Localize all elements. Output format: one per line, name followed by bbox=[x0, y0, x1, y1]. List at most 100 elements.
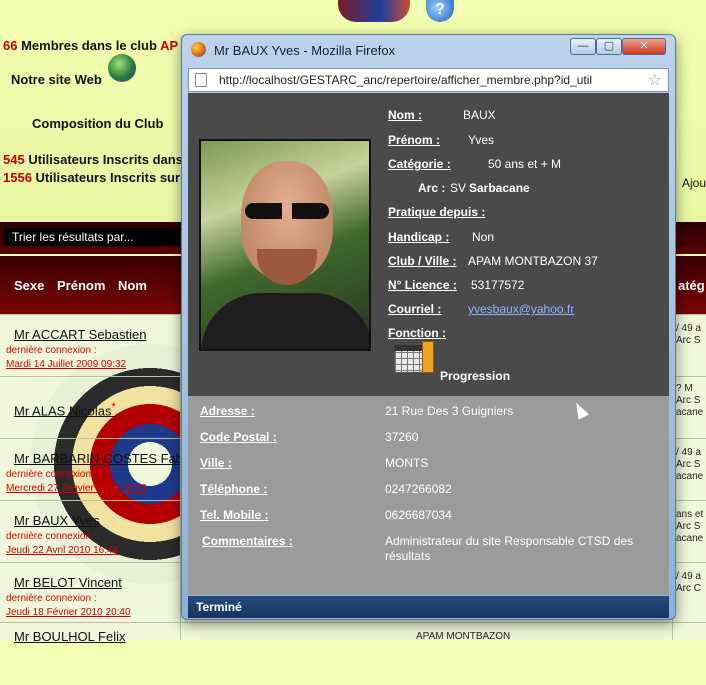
label-text: Pratique depuis bbox=[388, 205, 479, 219]
users-label-2: Utilisateurs Inscrits sur bbox=[35, 170, 181, 185]
profile-summary: Nom : BAUX Prénom : Yves Catégorie : 50 … bbox=[188, 93, 669, 396]
close-button[interactable]: ✕ bbox=[622, 38, 666, 55]
photo-shirt bbox=[201, 293, 369, 349]
detail-value-adresse: 21 Rue Des 3 Guigniers bbox=[385, 404, 514, 418]
last-login-date: Jeudi 22 Avril 2010 16:44 bbox=[6, 545, 119, 556]
minimize-button[interactable]: — bbox=[570, 38, 596, 55]
detail-value-commentaires: Administrateur du site Responsable CTSD … bbox=[385, 534, 634, 563]
sort-select[interactable]: Trier les résultats par... bbox=[4, 228, 180, 246]
detail-label-mobile: Tel. Mobile : bbox=[200, 508, 269, 522]
column-sexe[interactable]: Sexe bbox=[14, 278, 44, 293]
label-text: Adresse bbox=[200, 404, 248, 418]
category-line: acane bbox=[676, 533, 704, 544]
field-label-prenom: Prénom : bbox=[388, 133, 441, 147]
column-categorie[interactable]: atég bbox=[678, 278, 705, 293]
field-value-licence: 53177572 bbox=[471, 278, 525, 292]
detail-value-telephone: 0247266082 bbox=[385, 482, 452, 496]
field-label-categorie: Catégorie : bbox=[388, 157, 451, 171]
status-bar: Terminé bbox=[188, 596, 669, 618]
field-label-club: Club / Ville : bbox=[388, 254, 457, 268]
label-text: N° Licence bbox=[388, 278, 450, 292]
category-line: / 49 a bbox=[676, 447, 702, 458]
label-text: Club / Ville bbox=[388, 254, 450, 268]
field-label-courriel: Courriel : bbox=[388, 302, 442, 316]
detail-label-commentaires: Commentaires : bbox=[202, 534, 293, 548]
mouse-cursor-icon bbox=[570, 400, 590, 420]
field-label-handicap: Handicap : bbox=[388, 230, 450, 244]
field-label-licence: N° Licence : bbox=[388, 278, 457, 292]
members-label: Membres dans le club bbox=[21, 38, 157, 53]
label-text: Courriel bbox=[388, 302, 435, 316]
label-text: Code Postal bbox=[200, 430, 270, 444]
row-category: / 49 a Arc S bbox=[676, 323, 701, 347]
arc-prefix: SV bbox=[450, 181, 467, 195]
category-line: ? M bbox=[676, 383, 693, 394]
field-label-pratique: Pratique depuis : bbox=[388, 205, 486, 219]
row-category: ? M Arc S acane bbox=[676, 383, 703, 419]
member-name[interactable]: Mr ALAS Nicolas* bbox=[14, 401, 116, 418]
member-photo bbox=[199, 139, 371, 351]
row-category: / 49 a Arc S acane bbox=[676, 447, 703, 483]
calendar-header bbox=[394, 345, 424, 351]
url-text[interactable]: http://localhost/GESTARC_anc/repertoire/… bbox=[219, 73, 639, 87]
arc-value: Sarbacane bbox=[469, 181, 530, 195]
website-link[interactable]: Notre site Web bbox=[11, 72, 102, 87]
email-link[interactable]: yvesbaux@yahoo.fr bbox=[468, 302, 574, 316]
side-text: Ajou bbox=[682, 176, 706, 190]
category-line: Arc S bbox=[676, 335, 701, 346]
popup-window[interactable]: Mr BAUX Yves - Mozilla Firefox — ▢ ✕ htt… bbox=[181, 34, 676, 620]
member-name[interactable]: Mr BAUX Yves bbox=[14, 513, 100, 528]
address-bar[interactable]: http://localhost/GESTARC_anc/repertoire/… bbox=[188, 68, 669, 92]
category-line: Arc S bbox=[676, 521, 701, 532]
row-category: ans et Arc S acane bbox=[676, 509, 703, 545]
last-login-label: dernière connexion : bbox=[6, 469, 97, 480]
field-value-prenom: Yves bbox=[468, 133, 495, 147]
composition-link[interactable]: Composition du Club bbox=[32, 116, 163, 131]
row-club: APAM MONTBAZON bbox=[416, 631, 511, 642]
detail-value-code-postal: 37260 bbox=[385, 430, 419, 444]
detail-label-adresse: Adresse : bbox=[200, 404, 255, 418]
column-nom[interactable]: Nom bbox=[118, 278, 147, 293]
field-value-categorie: 50 ans et + M bbox=[488, 157, 562, 171]
last-login-date: Mercredi 27 Janvier 2010 15:43 bbox=[6, 483, 147, 494]
category-line: Arc C bbox=[676, 583, 701, 594]
progression-chart-icon[interactable] bbox=[394, 341, 434, 373]
users-count-1: 545 bbox=[3, 152, 25, 167]
field-label-nom: Nom : bbox=[388, 108, 423, 122]
label-text: Nom bbox=[388, 108, 415, 122]
photo-glasses bbox=[245, 203, 329, 219]
detail-label-ville: Ville : bbox=[200, 456, 232, 470]
bookmark-star-icon[interactable]: ☆ bbox=[648, 70, 662, 90]
label-text: Fonction bbox=[388, 326, 439, 340]
member-name[interactable]: Mr ACCART Sebastien bbox=[14, 327, 146, 342]
last-login-date: Mardi 14 Juillet 2009 09:32 bbox=[6, 359, 127, 370]
window-title: Mr BAUX Yves - Mozilla Firefox bbox=[214, 43, 396, 58]
globe-icon[interactable] bbox=[108, 54, 136, 82]
mascot-image bbox=[338, 0, 410, 22]
column-prenom[interactable]: Prénom bbox=[57, 278, 105, 293]
field-label-fonction: Fonction : bbox=[388, 326, 446, 340]
member-name[interactable]: Mr BOULHOL Felix bbox=[14, 629, 125, 644]
field-value-club: APAM MONTBAZON 37 bbox=[468, 254, 598, 268]
arc-label: Arc : bbox=[418, 181, 446, 195]
label-text: Commentaires bbox=[202, 534, 286, 548]
members-tail: AP bbox=[160, 38, 179, 53]
member-name[interactable]: Mr BARBARIN-COSTES Fab bbox=[14, 451, 183, 466]
maximize-button[interactable]: ▢ bbox=[596, 38, 622, 55]
label-text: Tel. Mobile bbox=[200, 508, 262, 522]
table-row[interactable]: Mr BOULHOL Felix APAM MONTBAZON bbox=[0, 622, 706, 685]
row-category: / 49 a Arc C bbox=[676, 571, 701, 595]
progress-bar-icon bbox=[422, 341, 434, 373]
progression-link[interactable]: Progression bbox=[440, 369, 510, 383]
detail-value-mobile: 0626687034 bbox=[385, 508, 452, 522]
detail-label-telephone: Téléphone : bbox=[200, 482, 268, 496]
detail-label-code-postal: Code Postal : bbox=[200, 430, 277, 444]
label-text: Prénom bbox=[388, 133, 433, 147]
category-line: / 49 a bbox=[676, 323, 702, 334]
detail-value-ville: MONTS bbox=[385, 456, 429, 470]
member-name[interactable]: Mr BELOT Vincent bbox=[14, 575, 122, 590]
page-icon bbox=[195, 73, 207, 87]
label-text: Handicap bbox=[388, 230, 443, 244]
category-line: / 49 a bbox=[676, 571, 702, 582]
star-mark: * bbox=[111, 401, 116, 413]
